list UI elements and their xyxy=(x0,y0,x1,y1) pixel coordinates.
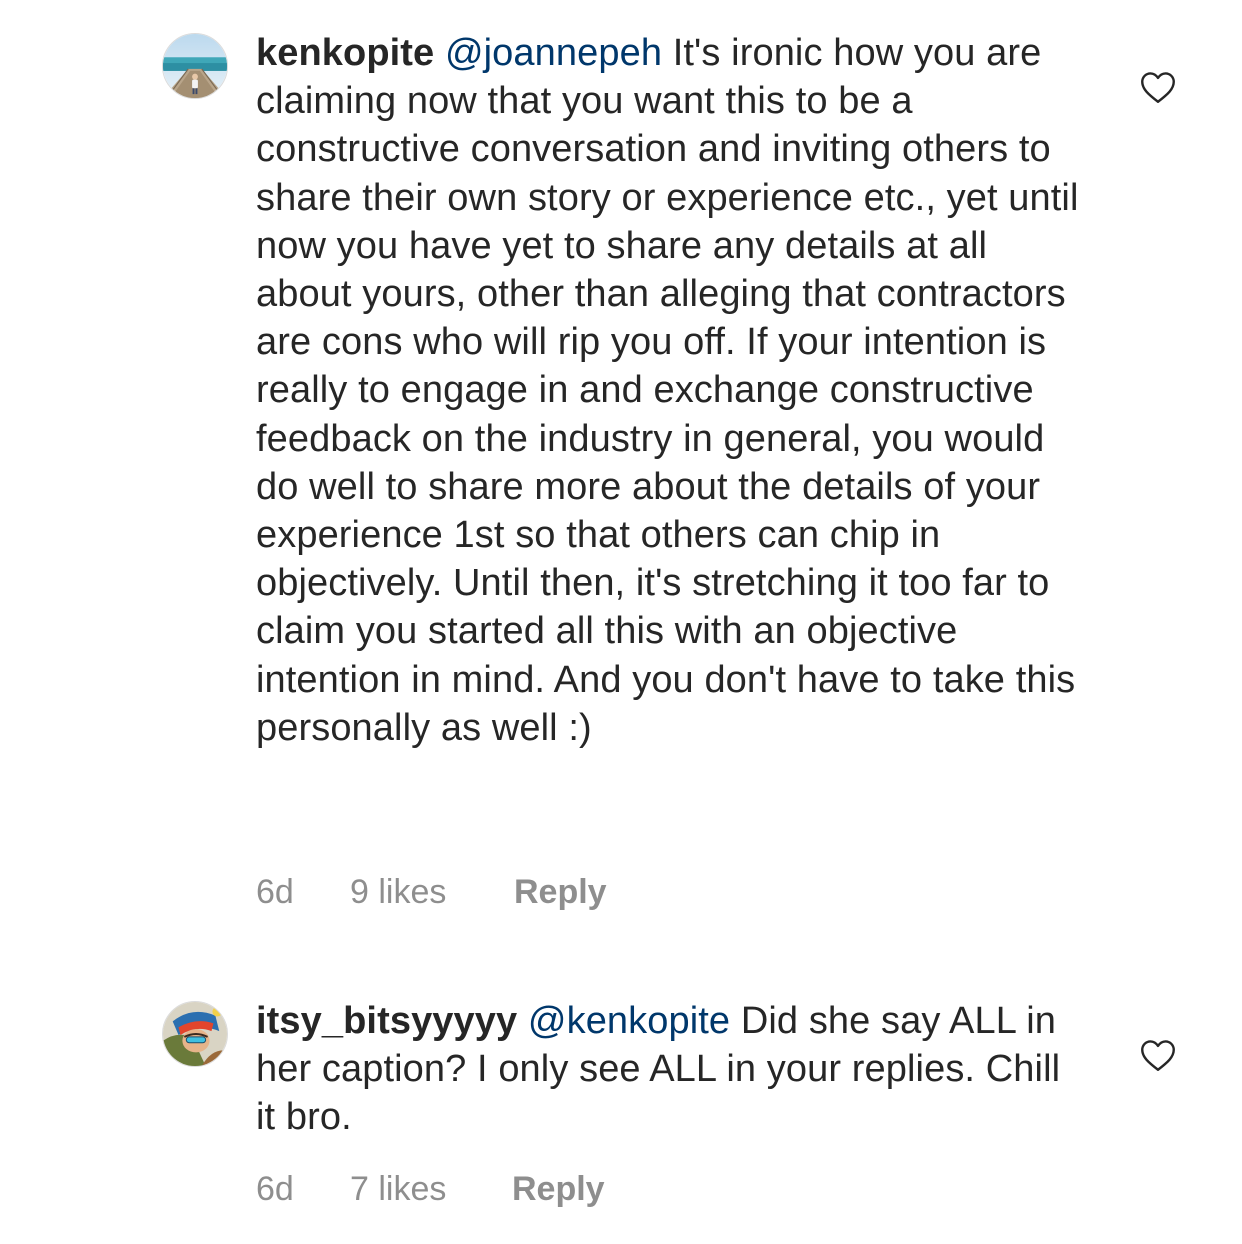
comment-username[interactable]: itsy_bitsyyyyy xyxy=(256,1000,517,1042)
comment-time: 6d xyxy=(256,873,294,911)
heart-outline-icon xyxy=(1141,72,1175,103)
comment-username[interactable]: kenkopite xyxy=(256,32,434,74)
heart-outline-icon xyxy=(1141,1040,1175,1071)
comment-likes[interactable]: 9 likes xyxy=(350,873,446,912)
user-avatar[interactable] xyxy=(162,33,228,99)
comment-time: 6d xyxy=(256,1170,294,1208)
cartoon-avatar xyxy=(163,1002,227,1066)
reply-button[interactable]: Reply xyxy=(514,873,607,912)
like-button[interactable] xyxy=(1140,71,1176,104)
comment-text: It's ironic how you are claiming now tha… xyxy=(256,32,1079,749)
comment-body: itsy_bitsyyyyy @kenkopite Did she say AL… xyxy=(256,997,1086,1142)
comment-body: kenkopite @joannepeh It's ironic how you… xyxy=(256,29,1086,752)
beach-boardwalk-avatar xyxy=(163,34,227,98)
reply-button[interactable]: Reply xyxy=(512,1170,605,1209)
comment-mention[interactable]: @joannepeh xyxy=(445,32,662,74)
comment-mention[interactable]: @kenkopite xyxy=(528,1000,730,1042)
like-button[interactable] xyxy=(1140,1039,1176,1072)
comment-likes[interactable]: 7 likes xyxy=(350,1170,446,1209)
user-avatar[interactable] xyxy=(162,1001,228,1067)
